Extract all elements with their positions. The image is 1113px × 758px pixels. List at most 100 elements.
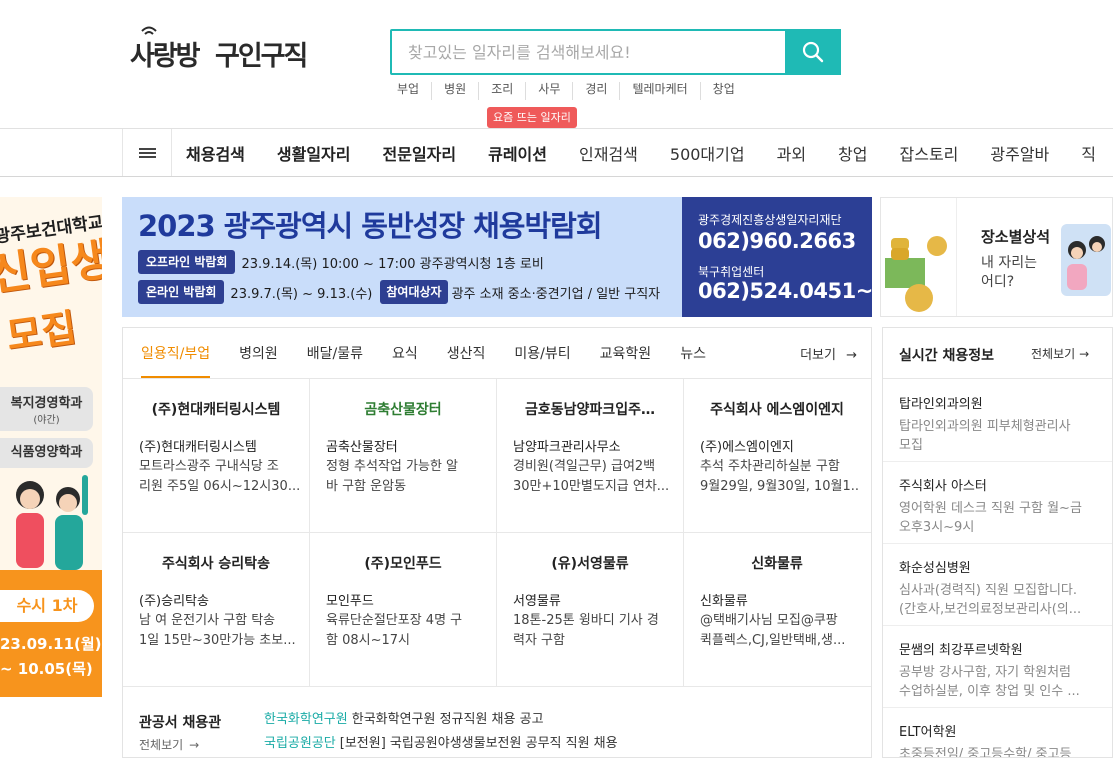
fair-target-tag: 참여대상자 (380, 280, 448, 304)
right-ad-line: 어디? (981, 274, 1015, 290)
fair-offline-row: 오프라인 박람회 23.9.14.(목) 10:00 ~ 17:00 광주광역시… (138, 250, 544, 274)
realtime-item[interactable]: 화순성심병원 심사과(경력직) 직원 모집합니다. (간호사,보건의료정보관리사(… (899, 557, 1104, 619)
quick-link[interactable]: 부업 (397, 82, 431, 100)
nav-item-expert-jobs[interactable]: 전문일자리 (383, 141, 457, 165)
fair-org-2: 북구취업센터 (698, 265, 765, 279)
fair-online-row: 온라인 박람회 23.9.7.(목) ~ 9.13.(수) 참여대상자 광주 소… (138, 280, 660, 304)
nav-item-job-search[interactable]: 채용검색 (186, 141, 245, 165)
realtime-more-link[interactable]: 전체보기 → (1031, 345, 1089, 362)
company-name: (주)에스엠이엔지 (700, 440, 794, 455)
arrow-right-icon: → (846, 348, 857, 363)
fair-offline-text: 23.9.14.(목) 10:00 ~ 17:00 광주광역시청 1층 로비 (241, 256, 544, 272)
gov-title: 관공서 채용관 (139, 715, 222, 731)
more-jobs-link[interactable]: 더보기 → (800, 344, 857, 363)
arrow-right-icon: → (189, 738, 200, 752)
quick-link[interactable]: 텔레마케터 (619, 82, 699, 100)
realtime-item[interactable]: 주식회사 아스터 영어학원 데스크 직원 구함 월~금 오후3시~9시 (899, 475, 1104, 537)
fair-org-1: 광주경제진흥상생일자리재단 (698, 213, 842, 227)
search-input[interactable] (392, 31, 786, 73)
tab-education[interactable]: 교육학원 (600, 328, 652, 378)
gov-job-item[interactable]: 한국화학연구원 한국화학연구원 정규직원 채용 공고 (264, 708, 544, 727)
quick-search-links: 부업 병원 조리 사무 경리 텔레마케터 창업 (397, 82, 747, 100)
realtime-item[interactable]: 탑라인외과의원 탑라인외과의원 피부체형관리사 모집 (899, 393, 1104, 455)
right-ad-banner[interactable]: 장소별상석 내 자리는 어디? (880, 197, 1113, 317)
side-ad-dept-sub: (야간) (33, 415, 60, 426)
nav-items: 채용검색 생활일자리 전문일자리 큐레이션 인재검색 500대기업 과외 창업 … (186, 129, 1113, 176)
quick-link[interactable]: 병원 (431, 82, 478, 100)
realtime-title: 실시간 채용정보 (899, 348, 995, 364)
nav-item-gwangju-albа[interactable]: 광주알바 (990, 141, 1049, 165)
side-ad-footer: 수시 1차 23.09.11(월) ~ 10.05(목) (0, 570, 102, 697)
job-description: @택배기사님 모집@쿠팡 퀵플렉스,CJ,일반택배,생... (700, 613, 846, 648)
hamburger-menu-icon[interactable] (122, 129, 172, 176)
quick-link[interactable]: 사무 (525, 82, 572, 100)
more-jobs-label: 더보기 (800, 348, 836, 363)
realtime-jobs-panel: 실시간 채용정보 전체보기 → 탑라인외과의원 탑라인외과의원 피부체형관리사 모집… (882, 327, 1113, 758)
tab-production[interactable]: 생산직 (447, 328, 486, 378)
gov-org: 한국화학연구원 (264, 712, 348, 727)
job-card[interactable]: 금호동남양파크입주… 남양파크관리사무소 경비원(격일근무) 급여2백 30만+1… (497, 379, 684, 533)
nav-item-job-story[interactable]: 잡스토리 (900, 141, 959, 165)
nav-item-talent-search[interactable]: 인재검색 (579, 141, 638, 165)
gov-more-link[interactable]: 전체보기 → (139, 736, 199, 753)
site-logo[interactable]: 사랑방 구인구직 (130, 26, 320, 76)
job-card[interactable]: 주식회사 에스엠이엔지 (주)에스엠이엔지 추석 주차관리하실분 구함 9월29일… (684, 379, 871, 533)
realtime-company: ELT어학원 (899, 725, 957, 740)
job-card[interactable]: (유)서영물류 서영물류 18톤-25톤 윙바디 기사 경 력자 구함 (497, 533, 684, 687)
side-ad-date-start: 23.09.11(월) (0, 635, 102, 653)
nav-item-curation[interactable]: 큐레이션 (488, 141, 547, 165)
side-ad-round: 수시 1차 (0, 590, 94, 622)
tab-delivery[interactable]: 배달/물류 (307, 328, 363, 378)
fair-title: 2023 광주광역시 동반성장 채용박람회 (138, 209, 603, 243)
job-description: 남 여 운전기사 구함 탁송 1일 15만~30만가능 초보... (139, 613, 296, 648)
gov-job-title: [보전원] 국립공원야생생물보전원 공무직 직원 채용 (339, 736, 618, 751)
realtime-item[interactable]: 문쌤의 최강푸르넷학원 공부방 강사구함, 자기 학원처럼 수업하실분, 이후 창… (899, 639, 1104, 701)
divider (883, 707, 1112, 708)
job-description: 육류단순절단포장 4명 구함 08시~17시 (326, 613, 463, 648)
gov-job-title: 한국화학연구원 정규직원 채용 공고 (351, 712, 544, 727)
job-card[interactable]: (주)모인푸드 모인푸드 육류단순절단포장 4명 구함 08시~17시 (310, 533, 497, 687)
job-card[interactable]: 곰축산물장터 곰축산물장터 정형 추석작업 가능한 알바 구함 운암동 (310, 379, 497, 533)
nav-item-top500[interactable]: 500대기업 (670, 141, 745, 165)
job-description: 정형 추석작업 가능한 알바 구함 운암동 (326, 459, 458, 494)
realtime-item[interactable]: ELT어학원 초중등전임/ 중고등수학/ 중고등 (899, 721, 1104, 758)
nav-item-life-jobs[interactable]: 생활일자리 (277, 141, 351, 165)
side-ad-headline: 신입생 (0, 233, 102, 302)
company-logo: 신화물류 (751, 556, 803, 572)
search-icon (802, 41, 824, 63)
job-card[interactable]: 주식회사 승리탁송 (주)승리탁송 남 여 운전기사 구함 탁송 1일 15만~3… (123, 533, 310, 687)
company-logo: (유)서영물류 (551, 556, 629, 572)
job-description: 경비원(격일근무) 급여2백 30만+10만별도지급 연차... (513, 459, 670, 494)
company-logo: (주)모인푸드 (364, 556, 442, 572)
fair-contact-panel[interactable]: 광주경제진흥상생일자리재단 062)960.2663 북구취업센터 062)52… (682, 197, 887, 317)
nav-item-startup[interactable]: 창업 (838, 141, 867, 165)
company-name: 곰축산물장터 (326, 440, 398, 455)
tab-food[interactable]: 요식 (392, 328, 418, 378)
tab-beauty[interactable]: 미용/뷰티 (514, 328, 570, 378)
job-card[interactable]: (주)현대캐터링시스템 (주)현대캐터링시스템 모트라스광주 구내식당 조 리원 … (123, 379, 310, 533)
tab-news[interactable]: 뉴스 (680, 328, 706, 378)
students-illustration (16, 475, 88, 570)
realtime-desc: 초중등전임/ 중고등수학/ 중고등 (899, 747, 1072, 758)
side-ad-dept: 복지경영학과 (야간) (0, 387, 93, 431)
quick-link[interactable]: 조리 (478, 82, 525, 100)
quick-link[interactable]: 창업 (699, 82, 747, 100)
gov-job-item[interactable]: 국립공원공단 [보전원] 국립공원야생생물보전원 공무직 직원 채용 (264, 732, 618, 751)
side-ad-banner[interactable]: 광주보건대학교 신입생 모집 복지경영학과 (야간) 식품영양학과 수시 1차 … (0, 197, 102, 697)
side-ad-date-end: ~ 10.05(목) (0, 660, 93, 678)
realtime-company: 화순성심병원 (899, 561, 971, 576)
tab-clinic[interactable]: 병의원 (239, 328, 278, 378)
gov-org: 국립공원공단 (264, 736, 336, 751)
divider (883, 543, 1112, 544)
company-logo: 곰축산물장터 (364, 402, 442, 418)
fair-online-text: 23.9.7.(목) ~ 9.13.(수) (230, 286, 373, 302)
search-button[interactable] (785, 29, 841, 75)
company-name: 서영물류 (513, 594, 561, 609)
quick-link[interactable]: 경리 (572, 82, 619, 100)
nav-item-tutoring[interactable]: 과외 (777, 141, 806, 165)
job-card[interactable]: 신화물류 신화물류 @택배기사님 모집@쿠팡 퀵플렉스,CJ,일반택배,생... (684, 533, 871, 687)
nav-item-more[interactable]: 직 (1081, 141, 1096, 165)
tab-daily-sidejob[interactable]: 일용직/부업 (141, 328, 211, 378)
fair-target-text: 광주 소재 중소·중견기업 / 일반 구직자 (451, 286, 661, 302)
side-ad-dept-name: 복지경영학과 (10, 396, 83, 411)
